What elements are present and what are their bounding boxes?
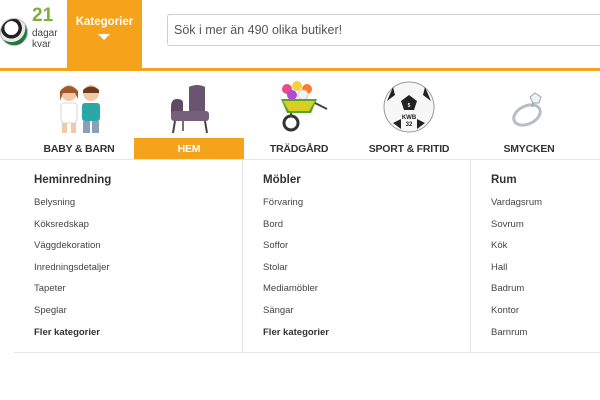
menu-column-mobler: Möbler Förvaring Bord Soffor Stolar Medi… bbox=[242, 160, 470, 352]
menu-link[interactable]: Sovrum bbox=[491, 218, 542, 240]
column-title: Heminredning bbox=[34, 174, 112, 186]
more-categories-link[interactable]: Fler kategorier bbox=[263, 326, 329, 348]
category-label: SMYCKEN bbox=[503, 143, 555, 155]
category-hem[interactable]: HEM bbox=[134, 71, 244, 161]
countdown-text: dagar kvar bbox=[32, 28, 58, 50]
menu-link[interactable]: Speglar bbox=[34, 304, 110, 326]
caret-down-icon bbox=[98, 34, 110, 40]
menu-link[interactable]: Barnrum bbox=[491, 326, 542, 348]
svg-text:5: 5 bbox=[408, 103, 411, 109]
category-label: TRÄDGÅRD bbox=[269, 143, 329, 155]
menu-link[interactable]: Köksredskap bbox=[34, 218, 110, 240]
menu-column-heminredning: Heminredning Belysning Köksredskap Väggd… bbox=[14, 160, 242, 352]
menu-link[interactable]: Kök bbox=[491, 239, 542, 261]
kategorier-button[interactable]: Kategorier bbox=[67, 0, 142, 70]
countdown-widget[interactable]: 21 dagar kvar bbox=[0, 6, 64, 64]
menu-link[interactable]: Mediamöbler bbox=[263, 282, 329, 304]
countdown-number: 21 bbox=[32, 5, 54, 26]
mega-menu: Heminredning Belysning Köksredskap Väggd… bbox=[14, 160, 600, 352]
menu-link[interactable]: Hall bbox=[491, 261, 542, 283]
category-smycken[interactable]: SMYCKEN bbox=[474, 71, 584, 161]
menu-link[interactable]: Badrum bbox=[491, 282, 542, 304]
menu-link[interactable]: Inredningsdetaljer bbox=[34, 261, 110, 283]
category-label: HEM bbox=[134, 138, 244, 160]
column-title: Möbler bbox=[263, 174, 301, 186]
menu-link[interactable]: Belysning bbox=[34, 196, 110, 218]
kategorier-label: Kategorier bbox=[75, 16, 134, 28]
menu-link[interactable]: Tapeter bbox=[34, 282, 110, 304]
menu-link[interactable]: Vardagsrum bbox=[491, 196, 542, 218]
search-input[interactable] bbox=[174, 20, 594, 40]
category-tradgard[interactable]: TRÄDGÅRD bbox=[244, 71, 354, 161]
football-icon bbox=[0, 18, 28, 46]
children-icon bbox=[60, 85, 100, 133]
menu-link[interactable]: Soffor bbox=[263, 239, 329, 261]
ring-icon bbox=[512, 92, 542, 127]
svg-text:KWB: KWB bbox=[402, 115, 417, 121]
category-strip: BABY & BARN HEM TRÄDGÅRD 5 KWB 32 SPORT … bbox=[0, 71, 600, 161]
svg-text:32: 32 bbox=[406, 122, 413, 128]
category-baby-barn[interactable]: BABY & BARN bbox=[24, 71, 134, 161]
football-icon: 5 KWB 32 bbox=[383, 81, 435, 133]
column-title: Rum bbox=[491, 174, 517, 186]
wheelbarrow-flowers-icon bbox=[281, 81, 328, 132]
menu-link[interactable]: Väggdekoration bbox=[34, 239, 110, 261]
menu-link[interactable]: Förvaring bbox=[263, 196, 329, 218]
menu-link[interactable]: Kontor bbox=[491, 304, 542, 326]
category-label: BABY & BARN bbox=[43, 143, 115, 155]
armchair-icon bbox=[171, 85, 209, 134]
category-label: SPORT & FRITID bbox=[368, 143, 450, 155]
link-list: Belysning Köksredskap Väggdekoration Inr… bbox=[34, 196, 110, 347]
more-categories-link[interactable]: Fler kategorier bbox=[34, 326, 110, 348]
link-list: Förvaring Bord Soffor Stolar Mediamöbler… bbox=[263, 196, 329, 347]
menu-bottom-border bbox=[14, 352, 600, 353]
search-box[interactable] bbox=[167, 14, 600, 46]
menu-link[interactable]: Sängar bbox=[263, 304, 329, 326]
category-sport-fritid[interactable]: 5 KWB 32 SPORT & FRITID bbox=[354, 71, 464, 161]
link-list: Vardagsrum Sovrum Kök Hall Badrum Kontor… bbox=[491, 196, 542, 347]
menu-link[interactable]: Bord bbox=[263, 218, 329, 240]
menu-link[interactable]: Stolar bbox=[263, 261, 329, 283]
site-header: 21 dagar kvar Kategorier bbox=[0, 0, 600, 70]
menu-column-rum: Rum Vardagsrum Sovrum Kök Hall Badrum Ko… bbox=[470, 160, 600, 352]
